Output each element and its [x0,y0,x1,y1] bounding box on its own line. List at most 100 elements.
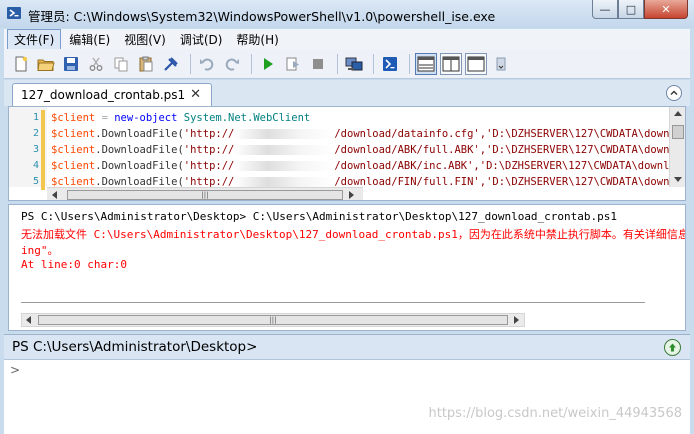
output-error-position: At line:0 char:0 [21,258,127,271]
open-button[interactable] [35,53,57,75]
code-token: $client [51,144,96,156]
copy-icon [114,57,128,71]
paste-icon [139,56,153,71]
script-editor[interactable]: 1 $client = new-object System.Net.WebClie… [8,106,686,201]
collapse-script-pane-button[interactable] [666,85,682,101]
code-token: $client [51,112,96,124]
chevron-up-icon [670,90,678,95]
editor-hscroll-thumb[interactable]: ||| [67,190,343,200]
expand-command-pane-button[interactable] [664,339,681,356]
close-button[interactable]: ✕ [644,0,688,19]
script-tab-strip: 127_download_crontab.ps1 ✕ [4,80,690,106]
scroll-left-icon[interactable] [51,191,57,199]
toolbar-separator [373,53,374,74]
line-number: 1 [32,112,39,123]
line-modified-marker [41,158,45,174]
start-powershell-button[interactable] [379,53,401,75]
chevron-down-icon [496,57,506,70]
layout-script-max-icon [467,56,485,71]
menu-debug[interactable]: 调试(D) [174,30,229,49]
output-hscroll-thumb[interactable]: ||| [38,315,508,325]
undo-icon [200,58,214,71]
layout-script-top-button[interactable] [415,52,437,75]
copy-button[interactable] [110,53,132,75]
code-token: /download/ABK/full.ABK','D:\DZHSERVER\12… [334,144,683,156]
run-selection-icon [286,57,299,70]
code-token: System.Net.WebClient [183,112,311,124]
command-input[interactable]: > [10,363,20,377]
maximize-icon: □ [625,2,637,16]
title-bar: 管理员: C:\Windows\System32\WindowsPowerShe… [0,0,694,28]
line-number: 4 [32,160,39,171]
output-horizontal-scrollbar[interactable]: ||| [21,313,525,327]
menu-edit[interactable]: 编辑(E) [63,30,116,49]
code-token: /download/FIN/full.FIN','D:\DZHSERVER\12… [334,176,683,188]
powershell-ise-app-icon [7,7,21,19]
new-file-icon [15,56,28,71]
line-number: 2 [32,128,39,139]
output-pane[interactable]: PS C:\Users\Administrator\Desktop> C:\Us… [8,204,686,331]
line-number: 5 [32,176,39,187]
toolbar-separator [251,53,252,74]
paste-button[interactable] [135,53,157,75]
scroll-down-icon[interactable] [674,177,682,183]
minimize-button[interactable]: — [592,0,618,19]
arrow-up-icon [669,343,676,352]
code-token: /download/ABK/inc.ABK','D:\DZHSERVER\127… [334,160,686,172]
tab-script[interactable]: 127_download_crontab.ps1 ✕ [12,83,212,106]
redo-icon [225,58,239,71]
watermark-text: https://blog.csdn.net/weixin_44943568 [428,406,682,421]
layout-script-max-button[interactable] [465,52,487,75]
maximize-button[interactable]: □ [618,0,644,19]
scroll-right-icon[interactable] [514,316,520,324]
new-file-button[interactable] [10,53,32,75]
run-script-button[interactable] [257,53,279,75]
remote-powershell-icon [345,57,363,70]
code-token: .DownloadFile( [95,128,184,140]
code-token: $client [51,160,96,172]
open-folder-icon [37,59,55,71]
output-command-line: PS C:\Users\Administrator\Desktop> C:\Us… [21,210,618,223]
line-modified-marker [41,126,45,142]
layout-script-right-button[interactable] [440,52,462,75]
minimize-icon: — [599,2,611,16]
code-token: new-object [114,112,178,124]
stop-button[interactable] [307,53,329,75]
clear-icon [164,56,178,71]
run-selection-button[interactable] [282,53,304,75]
scroll-up-icon[interactable] [674,110,682,116]
menu-file[interactable]: 文件(F) [7,28,62,50]
layout-script-right-icon [442,56,460,71]
save-button[interactable] [60,53,82,75]
window-title: 管理员: C:\Windows\System32\WindowsPowerShe… [28,9,496,24]
menu-view[interactable]: 视图(V) [118,30,172,49]
redacted-host [234,177,335,187]
menu-help[interactable]: 帮助(H) [230,30,284,49]
close-tab-icon[interactable]: ✕ [190,87,201,102]
cut-button[interactable] [85,53,107,75]
editor-vscroll-thumb[interactable] [672,125,684,139]
output-error-line: 无法加载文件 C:\Users\Administrator\Desktop\12… [21,228,686,241]
code-line: $client = new-object System.Net.WebClien… [51,112,310,124]
line-modified-marker [41,142,45,158]
output-error-line: ing"。 [21,244,59,257]
scroll-left-icon[interactable] [25,316,31,324]
toolbar-separator [409,53,410,74]
command-pane: PS C:\Users\Administrator\Desktop> > htt… [4,334,690,434]
redacted-host [234,145,335,155]
editor-vertical-scrollbar[interactable] [669,107,685,187]
clear-console-button[interactable] [160,53,182,75]
undo-button[interactable] [196,53,218,75]
command-prompt-label: PS C:\Users\Administrator\Desktop> [12,339,258,355]
close-icon: ✕ [661,2,671,16]
toolbar-overflow[interactable] [490,53,512,75]
window-controls: — □ ✕ [592,0,688,20]
powershell-icon [383,56,397,71]
redo-button[interactable] [221,53,243,75]
line-modified-marker [41,174,45,190]
code-line: $client.DownloadFile('http:// /download/d… [51,128,682,140]
scroll-right-icon[interactable] [349,191,355,199]
code-token: 'http:// [183,144,235,156]
new-remote-tab-button[interactable] [343,53,365,75]
editor-horizontal-scrollbar[interactable]: ||| [47,187,363,200]
